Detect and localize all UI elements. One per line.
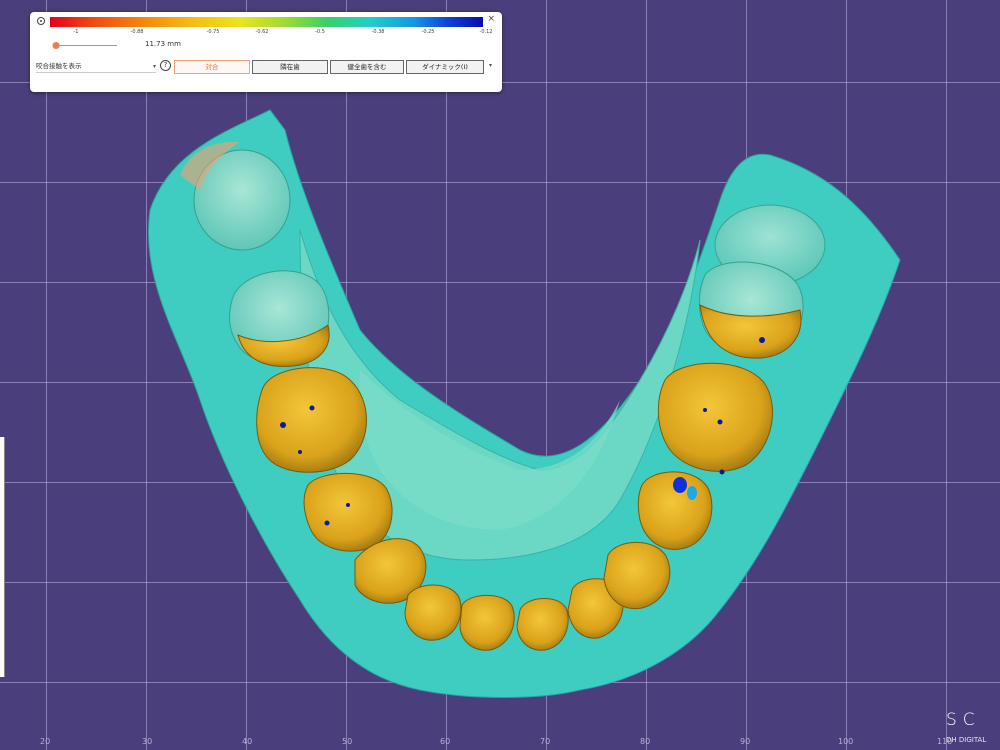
include-healthy-teeth-button[interactable]: 健全歯を含む (330, 60, 404, 74)
close-icon[interactable]: × (487, 14, 495, 24)
axis-tick: 90 (740, 737, 751, 746)
brand-logo: SC (946, 710, 981, 728)
depth-slider-thumb[interactable] (52, 42, 60, 49)
help-icon[interactable]: ? (160, 60, 171, 71)
brand-subtitle: DH DIGITAL (946, 736, 987, 744)
scale-label: -1 (73, 29, 79, 35)
scale-label: -0.12 (479, 29, 493, 35)
scale-label: -0.62 (255, 29, 269, 35)
scale-label: -0.38 (371, 29, 385, 35)
dental-scan-model[interactable] (0, 0, 1000, 750)
color-scale-bar (50, 17, 483, 27)
adjacent-teeth-button[interactable]: 隣在歯 (252, 60, 328, 74)
display-mode-label: 咬合接触を表示 (36, 62, 82, 70)
axis-tick: 30 (142, 737, 153, 746)
depth-slider[interactable] (52, 42, 117, 49)
display-mode-select[interactable]: 咬合接触を表示 ▾ (36, 61, 156, 73)
chevron-down-icon[interactable]: ▾ (489, 62, 492, 69)
3d-viewport[interactable]: 20 30 40 50 60 70 80 90 100 110 SC DH DI… (0, 0, 1000, 750)
pin-icon[interactable] (37, 17, 45, 25)
chevron-down-icon: ▾ (152, 63, 156, 70)
scale-label: -0.5 (315, 29, 325, 35)
side-toolbar-edge (0, 437, 5, 677)
axis-tick: 70 (540, 737, 551, 746)
depth-readout: 11.73 mm (145, 40, 181, 48)
axis-tick: 80 (640, 737, 651, 746)
axis-tick: 50 (342, 737, 353, 746)
scale-label: -0.25 (421, 29, 435, 35)
opposing-button[interactable]: 対合 (174, 60, 250, 74)
axis-tick: 60 (440, 737, 451, 746)
axis-tick: 40 (242, 737, 253, 746)
scale-label: -0.75 (206, 29, 220, 35)
scale-label: -0.88 (130, 29, 144, 35)
occlusion-panel: × -1 -0.88 -0.75 -0.62 -0.5 -0.38 -0.25 … (30, 12, 502, 92)
dynamic-button[interactable]: ダイナミック(I) (406, 60, 484, 74)
axis-tick: 100 (838, 737, 854, 746)
axis-tick: 20 (40, 737, 51, 746)
